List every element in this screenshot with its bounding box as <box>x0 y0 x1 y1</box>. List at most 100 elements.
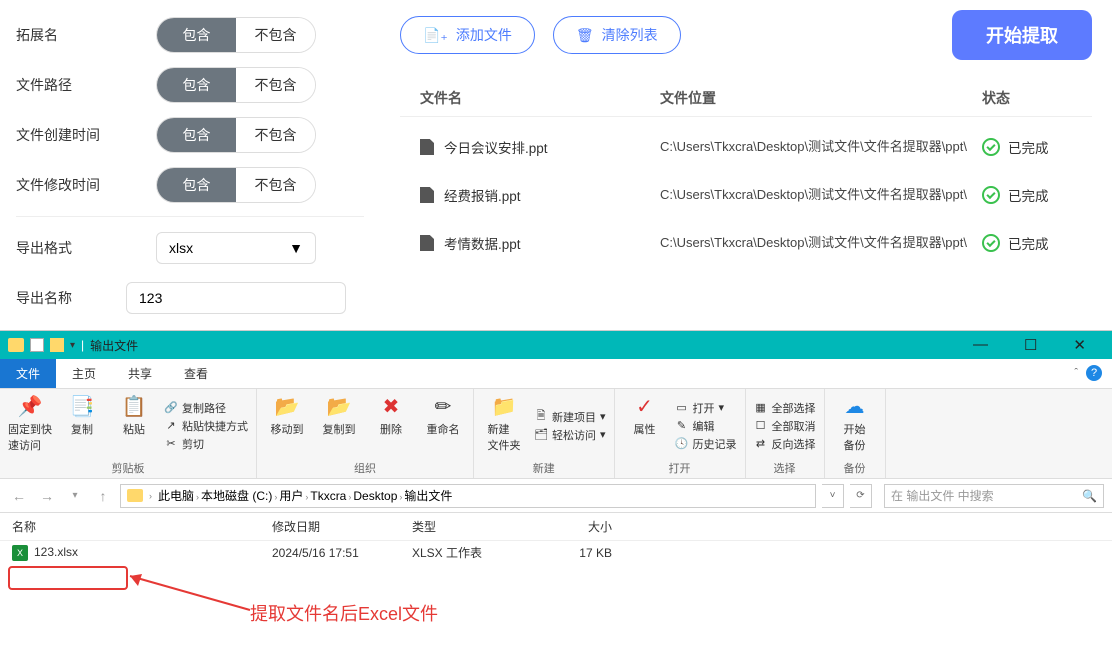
move-to-button[interactable]: 📂移动到 <box>265 393 309 458</box>
col-name[interactable]: 名称 <box>12 518 272 535</box>
table-row[interactable]: 今日会议安排.pptC:\Users\Tkxcra\Desktop\测试文件\文… <box>400 123 1092 171</box>
help-icon[interactable]: ? <box>1086 365 1102 381</box>
history-icon: 🕓 <box>675 437 689 451</box>
check-circle-icon <box>982 138 1000 156</box>
delete-button[interactable]: ✖删除 <box>369 393 413 458</box>
paste-shortcut-button[interactable]: ↗粘贴快捷方式 <box>164 418 248 434</box>
file-type: XLSX 工作表 <box>412 544 532 561</box>
toggle-include[interactable]: 包含 <box>157 68 236 102</box>
access-icon: 🗂 <box>534 428 548 442</box>
tab-home[interactable]: 主页 <box>56 359 112 388</box>
toggle-include[interactable]: 包含 <box>157 118 236 152</box>
start-extract-button[interactable]: 开始提取 <box>952 10 1092 60</box>
clear-list-label: 清除列表 <box>602 25 658 45</box>
toggle-exclude[interactable]: 不包含 <box>236 68 315 102</box>
nav-forward-button[interactable]: → <box>36 488 58 504</box>
clear-list-button[interactable]: 🗑 清除列表 <box>553 16 681 54</box>
row-filepath: 文件路径 包含 不包含 <box>16 60 364 110</box>
nav-up-button[interactable]: ↑ <box>92 488 114 504</box>
toggle-include[interactable]: 包含 <box>157 168 236 202</box>
dropdown-button[interactable]: ˅ <box>822 484 844 508</box>
add-file-button[interactable]: 📄₊ 添加文件 <box>400 16 535 54</box>
group-new: 新建 <box>482 458 606 476</box>
pin-quick-access-button[interactable]: 📌固定到快 速访问 <box>8 393 52 458</box>
search-input[interactable]: 在 输出文件 中搜索 🔍 <box>884 484 1104 508</box>
document-icon <box>420 235 434 251</box>
history-button[interactable]: 🕓历史记录 <box>675 436 737 452</box>
copy-button[interactable]: 📑复制 <box>60 393 104 458</box>
toggle-exclude[interactable]: 不包含 <box>236 18 315 52</box>
close-button[interactable]: ✕ <box>1073 336 1086 354</box>
rename-button[interactable]: ✏重命名 <box>421 393 465 458</box>
new-folder-button[interactable]: 📁新建 文件夹 <box>482 393 526 458</box>
backup-button[interactable]: ☁开始 备份 <box>833 393 877 458</box>
file-location: C:\Users\Tkxcra\Desktop\测试文件\文件名提取器\ppt\ <box>660 138 982 156</box>
file-name: 考情数据.ppt <box>444 233 521 253</box>
edit-button[interactable]: ✎编辑 <box>675 418 737 434</box>
tab-file[interactable]: 文件 <box>0 359 56 388</box>
paste-button[interactable]: 📋粘贴 <box>112 393 156 458</box>
toggle-filepath[interactable]: 包含 不包含 <box>156 67 316 103</box>
col-type[interactable]: 类型 <box>412 518 532 535</box>
settings-sidebar: 拓展名 包含 不包含 文件路径 包含 不包含 文件创建时间 包含 不包含 文件修… <box>0 0 380 330</box>
breadcrumb-segment[interactable]: 此电脑 <box>158 489 194 503</box>
refresh-button[interactable]: ⟳ <box>850 484 872 508</box>
search-placeholder: 在 输出文件 中搜索 <box>891 487 994 504</box>
select-none-icon: ☐ <box>754 419 768 433</box>
maximize-button[interactable]: ☐ <box>1024 336 1037 354</box>
check-circle-icon <box>982 234 1000 252</box>
rename-icon: ✏ <box>430 393 456 419</box>
breadcrumb-segment[interactable]: Tkxcra <box>310 489 346 503</box>
export-format-select[interactable]: xlsx ▼ <box>156 232 316 264</box>
status-text: 已完成 <box>1008 233 1049 253</box>
breadcrumb-segment[interactable]: Desktop <box>353 489 397 503</box>
breadcrumb-segment[interactable]: 本地磁盘 (C:) <box>201 489 272 503</box>
tab-view[interactable]: 查看 <box>168 359 224 388</box>
properties-button[interactable]: ✓属性 <box>623 393 667 458</box>
easy-access-button[interactable]: 🗂轻松访问 ▾ <box>534 427 606 443</box>
paste-icon: 📋 <box>121 393 147 419</box>
table-row[interactable]: 考情数据.ppt C:\Users\Tkxcra\Desktop\测试文件\文件名… <box>400 219 1092 267</box>
breadcrumb-segment[interactable]: 用户 <box>279 489 303 503</box>
pin-icon: 📌 <box>17 393 43 419</box>
col-date[interactable]: 修改日期 <box>272 518 412 535</box>
tab-share[interactable]: 共享 <box>112 359 168 388</box>
annotation-text: 提取文件名后Excel文件 <box>250 600 438 626</box>
open-icon: ▭ <box>675 401 689 415</box>
toggle-exclude[interactable]: 不包含 <box>236 168 315 202</box>
table-row[interactable]: 经费报销.pptC:\Users\Tkxcra\Desktop\测试文件\文件名… <box>400 171 1092 219</box>
ribbon-collapse-icon[interactable]: ˆ <box>1074 367 1078 379</box>
group-organize: 组织 <box>265 458 465 476</box>
toggle-include[interactable]: 包含 <box>157 18 236 52</box>
select-all-icon: ▦ <box>754 401 768 415</box>
toggle-extension[interactable]: 包含 不包含 <box>156 17 316 53</box>
cut-button[interactable]: ✂剪切 <box>164 436 248 452</box>
select-all-button[interactable]: ▦全部选择 <box>754 400 816 416</box>
breadcrumb[interactable]: › 此电脑›本地磁盘 (C:)›用户›Tkxcra›Desktop›输出文件 <box>120 484 816 508</box>
file-table-header: 文件名 文件位置 状态 <box>400 80 1092 117</box>
delete-icon: ✖ <box>378 393 404 419</box>
new-item-button[interactable]: 🗎新建项目 ▾ <box>534 409 606 425</box>
toggle-created[interactable]: 包含 不包含 <box>156 117 316 153</box>
toggle-exclude[interactable]: 不包含 <box>236 118 315 152</box>
export-format-value: xlsx <box>169 240 193 256</box>
nav-recent-button[interactable]: ▾ <box>64 490 86 501</box>
select-none-button[interactable]: ☐全部取消 <box>754 418 816 434</box>
file-location: C:\Users\Tkxcra\Desktop\测试文件\文件名提取器\ppt\ <box>660 234 982 252</box>
address-bar: ← → ▾ ↑ › 此电脑›本地磁盘 (C:)›用户›Tkxcra›Deskto… <box>0 479 1112 513</box>
col-size[interactable]: 大小 <box>532 518 612 535</box>
export-name-input[interactable] <box>126 282 346 314</box>
invert-selection-button[interactable]: ⇄反向选择 <box>754 436 816 452</box>
nav-back-button[interactable]: ← <box>8 488 30 504</box>
row-modified: 文件修改时间 包含 不包含 <box>16 160 364 210</box>
toggle-modified[interactable]: 包含 不包含 <box>156 167 316 203</box>
breadcrumb-segment[interactable]: 输出文件 <box>404 489 452 503</box>
list-item[interactable]: X123.xlsx2024/5/16 17:51XLSX 工作表17 KB <box>0 541 1112 564</box>
open-button[interactable]: ▭打开 ▾ <box>675 400 737 416</box>
label-modified: 文件修改时间 <box>16 175 156 195</box>
copy-path-button[interactable]: 🔗复制路径 <box>164 400 248 416</box>
move-icon: 📂 <box>274 393 300 419</box>
invert-icon: ⇄ <box>754 437 768 451</box>
copy-to-button[interactable]: 📂复制到 <box>317 393 361 458</box>
minimize-button[interactable]: ― <box>973 336 988 354</box>
